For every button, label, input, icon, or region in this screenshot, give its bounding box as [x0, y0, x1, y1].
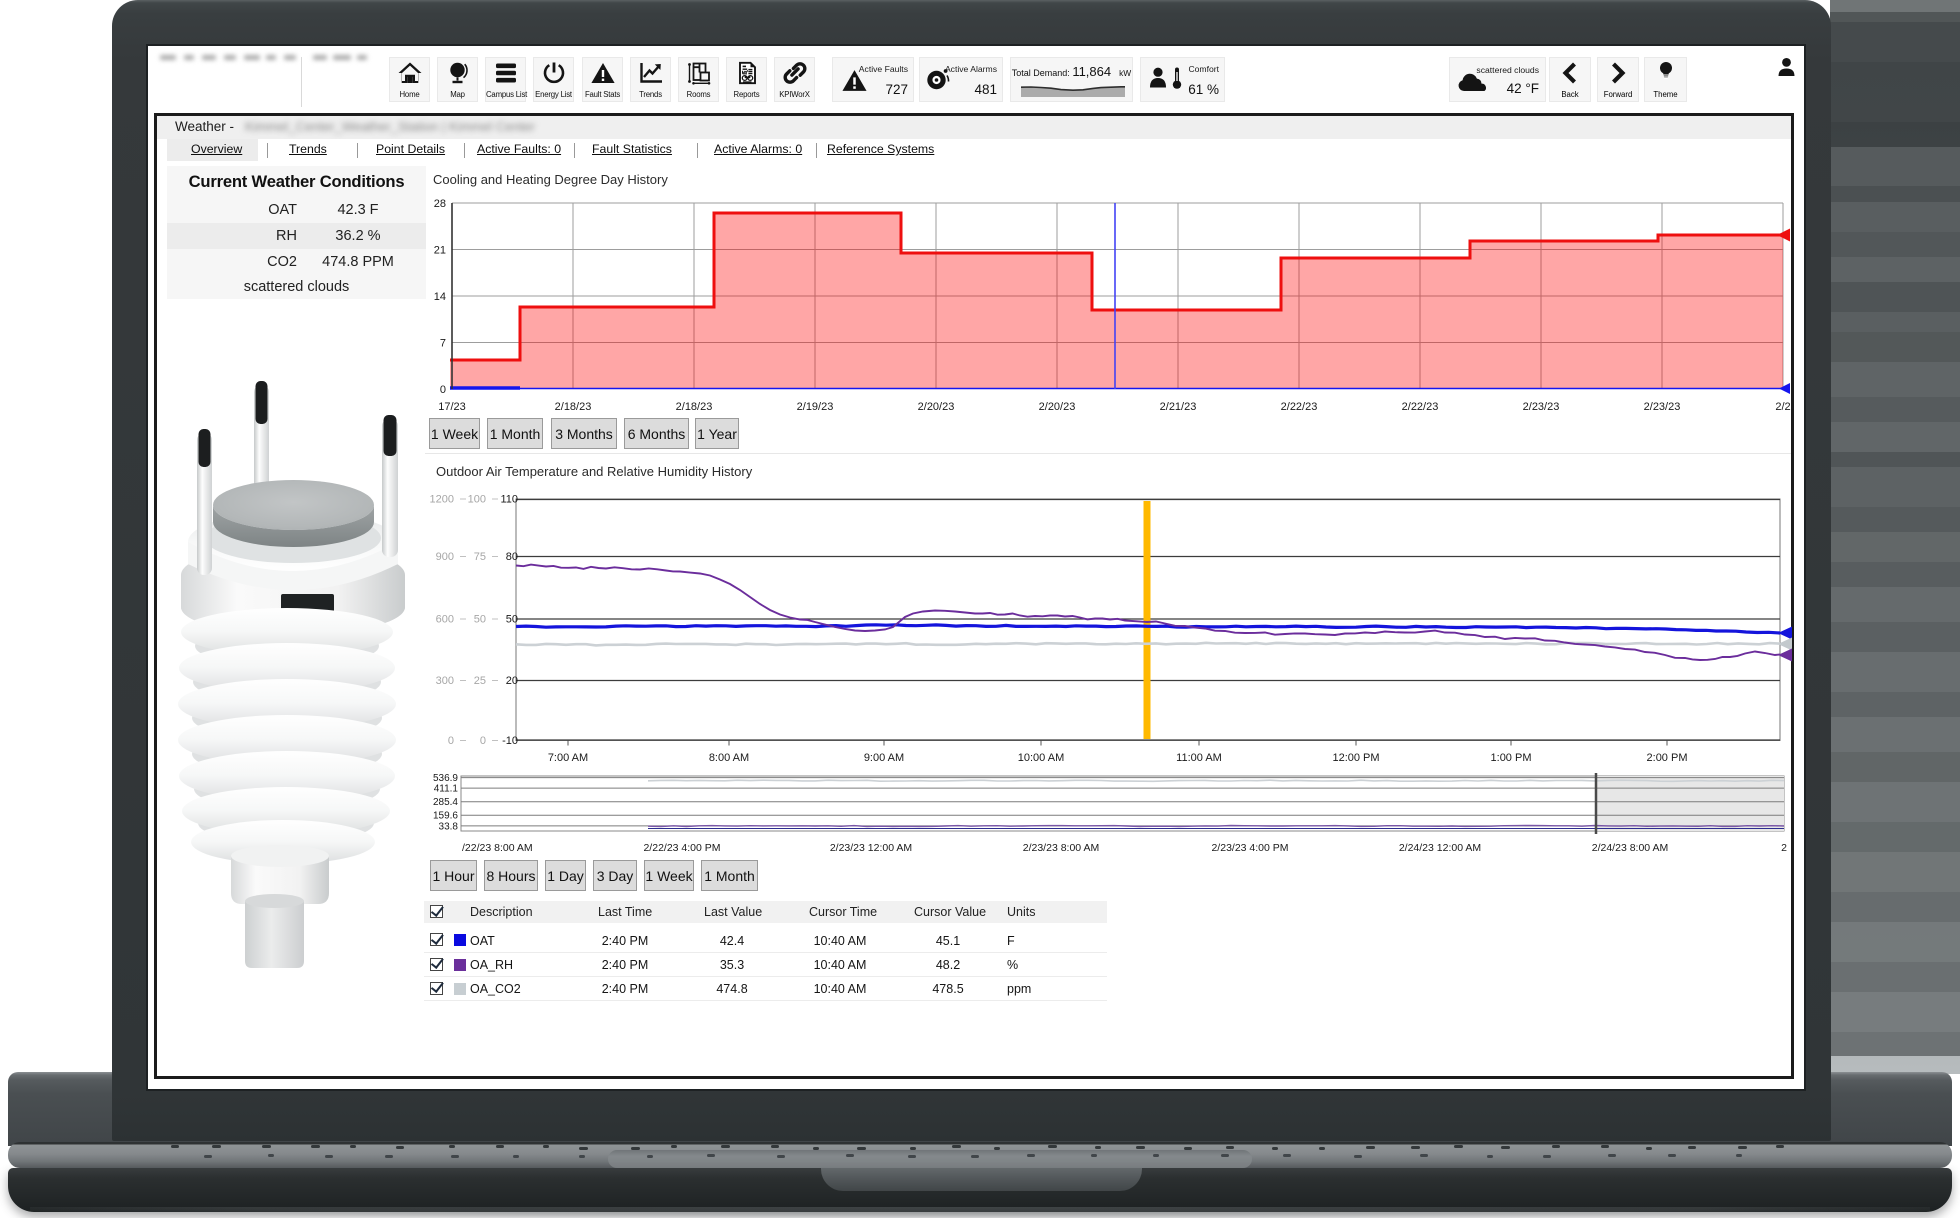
svg-text:12:00 PM: 12:00 PM [1332, 752, 1379, 764]
svg-text:2/2: 2/2 [1775, 401, 1790, 413]
svg-text:10:00 AM: 10:00 AM [1018, 752, 1064, 764]
svg-text:2:00 PM: 2:00 PM [1647, 752, 1688, 764]
svg-text:2/21/23: 2/21/23 [1160, 401, 1197, 413]
svg-text:2/22/23: 2/22/23 [1281, 401, 1318, 413]
svg-text:2/23/23 8:00 AM: 2/23/23 8:00 AM [1023, 842, 1099, 854]
svg-text:2/24/23 8:00 AM: 2/24/23 8:00 AM [1592, 842, 1668, 854]
svg-text:2/18/23: 2/18/23 [676, 401, 713, 413]
svg-text:2/19/23: 2/19/23 [797, 401, 834, 413]
svg-text:17/23: 17/23 [438, 401, 466, 413]
svg-text:1:00 PM: 1:00 PM [1491, 752, 1532, 764]
svg-text:536.9: 536.9 [433, 773, 458, 784]
svg-text:2/23/23 12:00 AM: 2/23/23 12:00 AM [830, 842, 912, 854]
svg-text:110: 110 [500, 494, 518, 506]
svg-text:100: 100 [468, 494, 486, 506]
svg-text:/22/23 8:00 AM: /22/23 8:00 AM [462, 842, 533, 854]
svg-text:2/18/23: 2/18/23 [555, 401, 592, 413]
svg-text:600: 600 [436, 614, 454, 626]
svg-text:9:00 AM: 9:00 AM [864, 752, 904, 764]
svg-text:2: 2 [1781, 842, 1787, 854]
svg-text:2/20/23: 2/20/23 [918, 401, 955, 413]
svg-text:14: 14 [434, 291, 446, 303]
svg-text:33.8: 33.8 [439, 821, 459, 832]
svg-text:21: 21 [434, 245, 446, 257]
svg-text:2/22/23 4:00 PM: 2/22/23 4:00 PM [643, 842, 720, 854]
svg-text:2/20/23: 2/20/23 [1039, 401, 1076, 413]
svg-text:285.4: 285.4 [433, 797, 458, 808]
svg-text:2/22/23: 2/22/23 [1402, 401, 1439, 413]
svg-text:50: 50 [474, 614, 486, 626]
svg-text:2/24/23 12:00 AM: 2/24/23 12:00 AM [1399, 842, 1481, 854]
svg-text:7:00 AM: 7:00 AM [548, 752, 588, 764]
svg-text:300: 300 [436, 675, 454, 687]
svg-text:-10: -10 [502, 735, 518, 747]
svg-text:11:00 AM: 11:00 AM [1176, 752, 1222, 764]
svg-text:159.6: 159.6 [433, 811, 458, 822]
svg-text:900: 900 [436, 551, 454, 563]
svg-text:7: 7 [440, 338, 446, 350]
svg-text:28: 28 [434, 198, 446, 210]
svg-text:0: 0 [448, 735, 454, 747]
svg-text:411.1: 411.1 [434, 784, 459, 795]
svg-text:2/23/23 4:00 PM: 2/23/23 4:00 PM [1211, 842, 1288, 854]
svg-text:2/23/23: 2/23/23 [1644, 401, 1681, 413]
svg-text:25: 25 [474, 675, 486, 687]
svg-text:80: 80 [506, 551, 518, 563]
svg-text:0: 0 [480, 735, 486, 747]
svg-text:1200: 1200 [430, 494, 454, 506]
svg-text:2/23/23: 2/23/23 [1523, 401, 1560, 413]
svg-text:50: 50 [506, 614, 518, 626]
svg-text:0: 0 [440, 384, 446, 396]
svg-text:20: 20 [506, 675, 518, 687]
svg-text:75: 75 [474, 551, 486, 563]
svg-text:8:00 AM: 8:00 AM [709, 752, 749, 764]
